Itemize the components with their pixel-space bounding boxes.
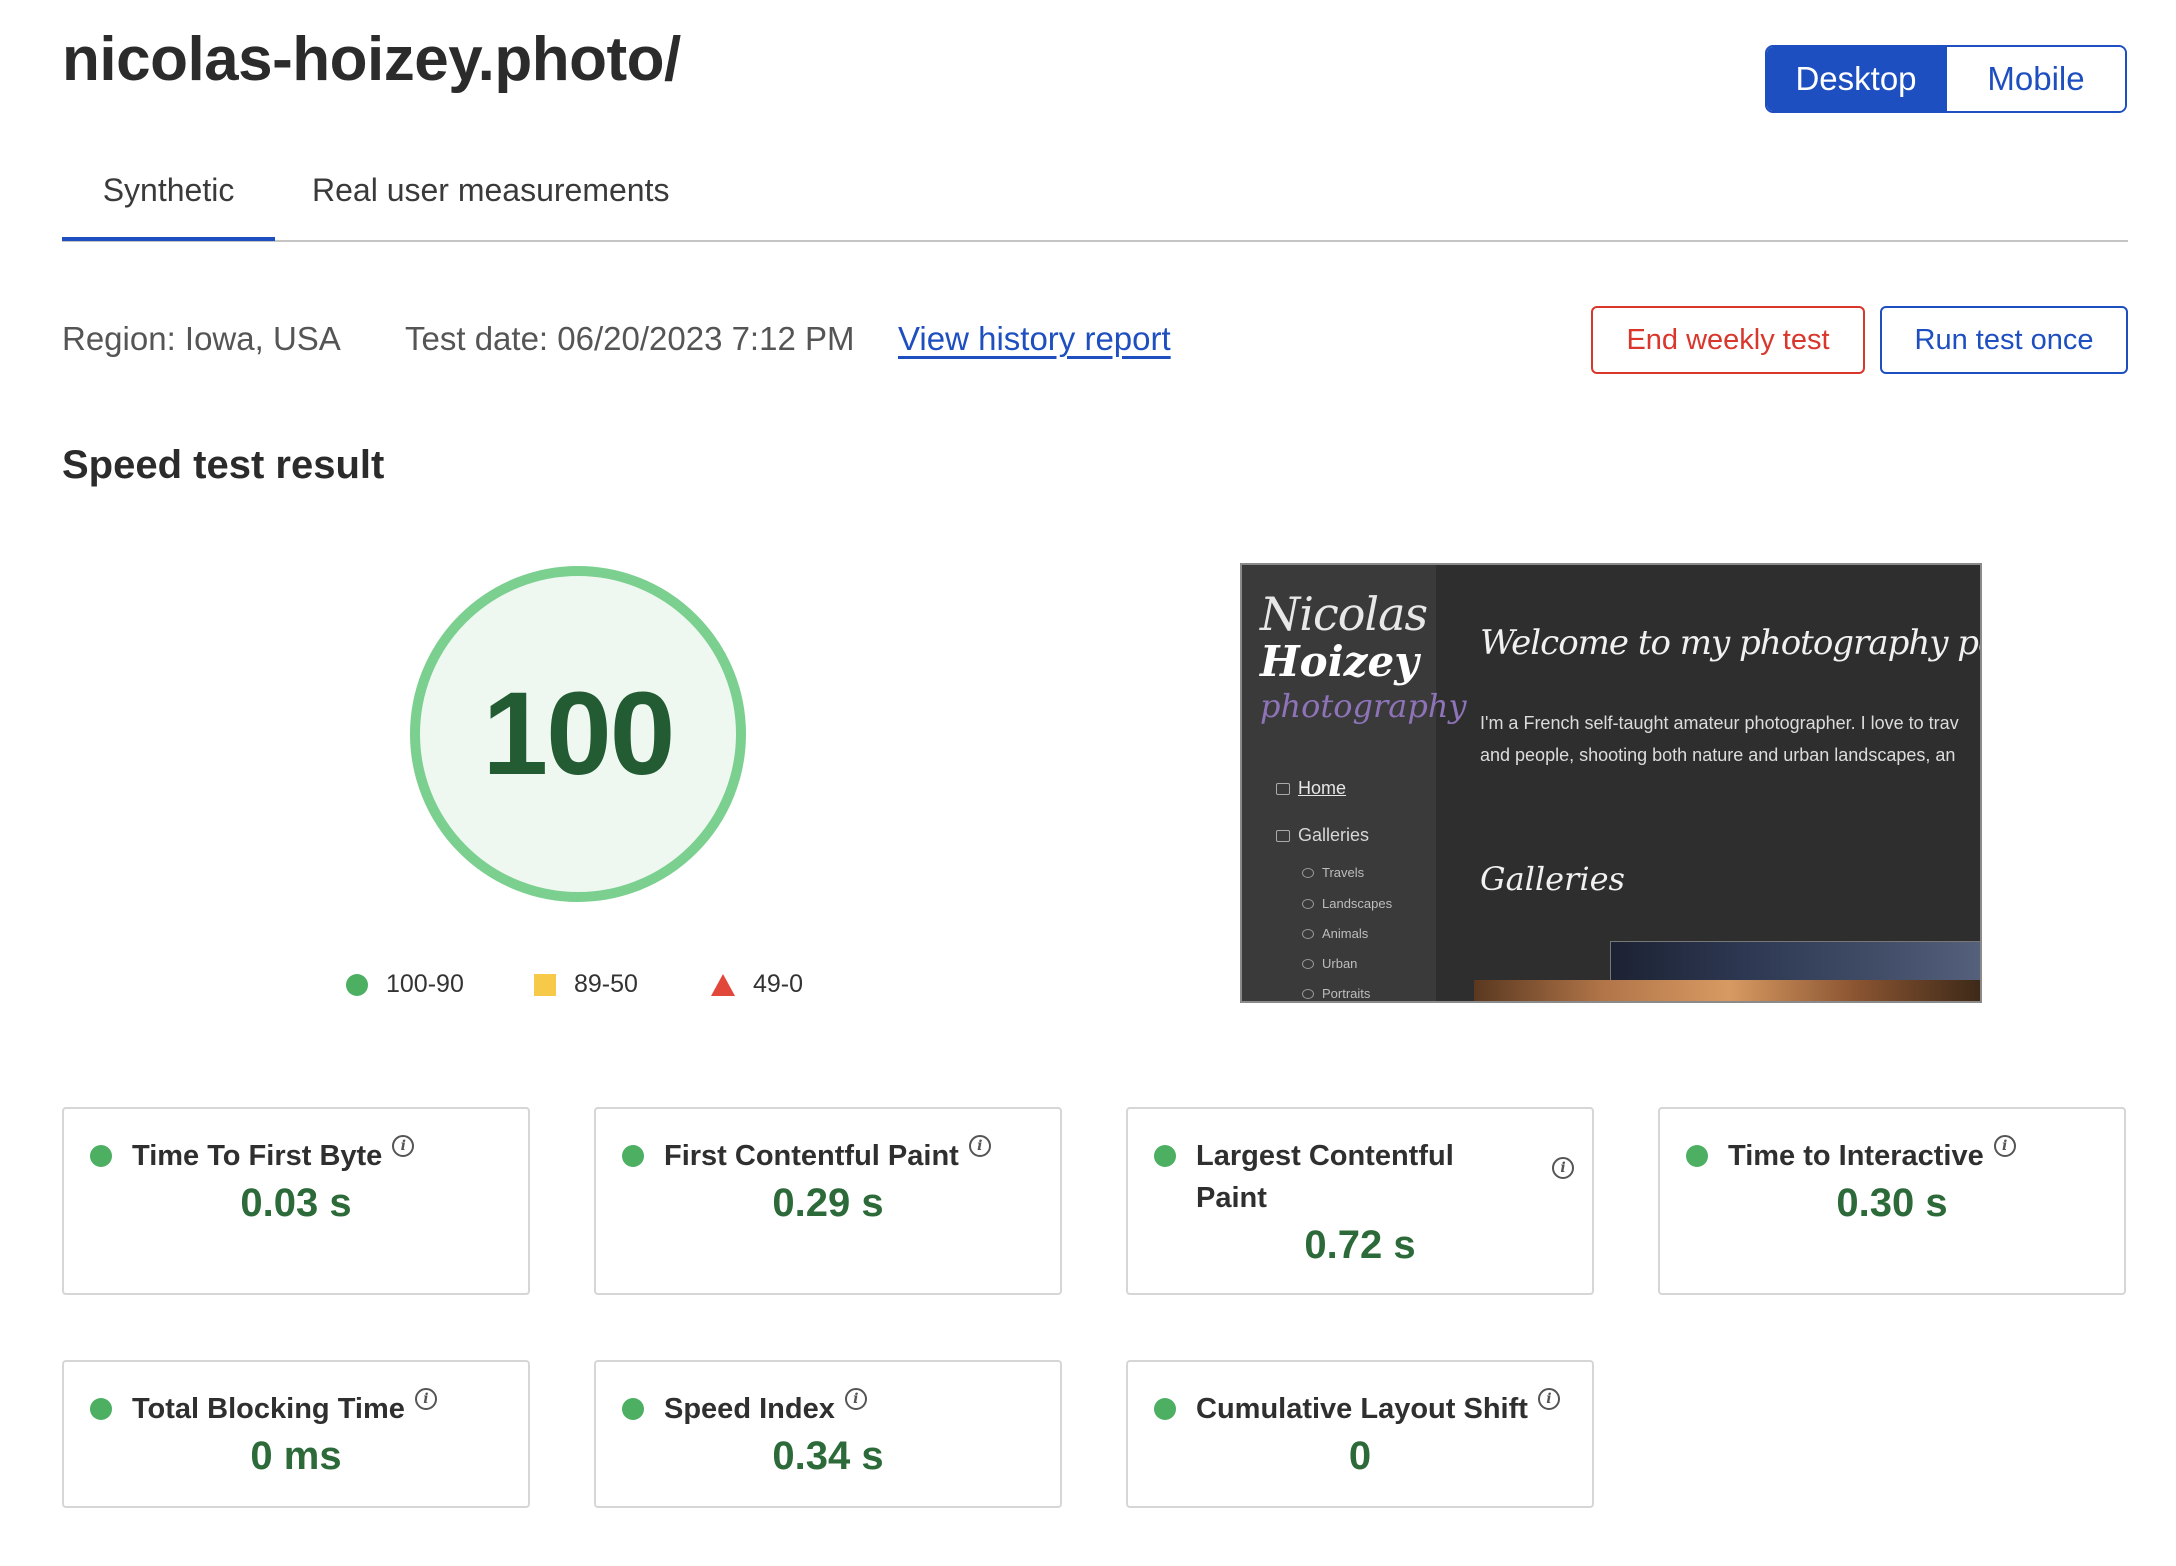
test-date-label: Test date: 06/20/2023 7:12 PM	[405, 320, 855, 357]
metric-card-ttfb: Time To First Byte i 0.03 s	[62, 1107, 530, 1295]
preview-nav-galleries: Galleries	[1276, 825, 1369, 846]
metric-card-fcp: First Contentful Paint i 0.29 s	[594, 1107, 1062, 1295]
status-good-icon	[90, 1145, 112, 1167]
metric-header: First Contentful Paint i	[622, 1135, 991, 1177]
metric-header: Time To First Byte i	[90, 1135, 415, 1177]
metric-label: Time To First Byte	[132, 1140, 383, 1172]
status-good-icon	[622, 1398, 644, 1420]
preview-welcome-heading: Welcome to my photography portfolio	[1480, 623, 1980, 663]
metric-value: 0.30 s	[1836, 1181, 1948, 1225]
active-tab-indicator	[62, 237, 275, 241]
building-icon	[1302, 958, 1314, 969]
metric-card-lcp: Largest Contentful Paint i 0.72 s	[1126, 1107, 1594, 1295]
metric-label: Cumulative Layout Shift	[1196, 1393, 1528, 1425]
preview-subnav-item: Animals	[1302, 926, 1368, 941]
paw-icon	[1302, 928, 1314, 939]
person-icon	[1302, 988, 1314, 999]
metric-value: 0.03 s	[240, 1181, 352, 1225]
mobile-toggle-button[interactable]: Mobile	[1945, 47, 2125, 111]
metric-label: Speed Index	[664, 1393, 835, 1425]
legend-label: 89-50	[574, 970, 638, 998]
legend-item-poor: 49-0	[711, 970, 803, 999]
info-icon[interactable]: i	[1993, 1135, 2016, 1157]
preview-subnav-item: Landscapes	[1302, 896, 1392, 911]
info-icon[interactable]: i	[1552, 1157, 1574, 1179]
status-good-icon	[90, 1398, 112, 1420]
info-icon[interactable]: i	[414, 1388, 437, 1410]
page-title: nicolas-hoizey.photo/	[62, 25, 681, 94]
legend-label: 100-90	[386, 970, 464, 998]
preview-logo-line3: photography	[1260, 687, 1467, 725]
metric-card-tbt: Total Blocking Time i 0 ms	[62, 1360, 530, 1508]
metric-label: Total Blocking Time	[132, 1393, 405, 1425]
end-weekly-test-button[interactable]: End weekly test	[1591, 306, 1865, 374]
metric-label: Time to Interactive	[1728, 1140, 1984, 1172]
yellow-square-icon	[534, 973, 556, 996]
info-icon[interactable]: i	[844, 1388, 867, 1410]
device-toggle: Desktop Mobile	[1765, 45, 2127, 113]
metric-label: First Contentful Paint	[664, 1140, 959, 1172]
preview-galleries-heading: Galleries	[1480, 860, 1625, 898]
image-icon	[1302, 898, 1314, 909]
metric-value: 0.72 s	[1304, 1223, 1416, 1267]
green-circle-icon	[346, 973, 368, 996]
metric-card-cls: Cumulative Layout Shift i 0	[1126, 1360, 1594, 1508]
metric-header: Time to Interactive i	[1686, 1135, 2016, 1177]
globe-icon	[1302, 867, 1314, 878]
preview-subnav-item: Travels	[1302, 865, 1364, 880]
metric-header: Largest Contentful Paint i	[1154, 1135, 1574, 1219]
preview-nav-home-label: Home	[1298, 778, 1347, 798]
view-history-report-link[interactable]: View history report	[898, 320, 1171, 358]
red-triangle-icon	[711, 973, 735, 996]
metric-value: 0	[1348, 1434, 1372, 1478]
tab-synthetic[interactable]: Synthetic	[62, 172, 275, 209]
preview-logo-line1: Nicolas	[1260, 587, 1428, 641]
metric-header: Speed Index i	[622, 1388, 867, 1430]
preview-intro-text: and people, shooting both nature and urb…	[1480, 745, 1956, 765]
preview-subnav-item: Urban	[1302, 956, 1357, 971]
folder-icon	[1276, 829, 1290, 842]
tab-real-user-measurements[interactable]: Real user measurements	[312, 172, 669, 209]
home-icon	[1276, 782, 1290, 795]
section-heading: Speed test result	[62, 443, 385, 487]
preview-nav-galleries-label: Galleries	[1298, 825, 1370, 845]
legend-item-average: 89-50	[534, 970, 638, 999]
info-icon[interactable]: i	[392, 1135, 415, 1157]
legend-label: 49-0	[753, 970, 804, 998]
status-good-icon	[1154, 1145, 1176, 1167]
preview-logo-line2: Hoizey	[1260, 637, 1419, 686]
metric-value: 0.29 s	[772, 1181, 884, 1225]
status-good-icon	[1154, 1398, 1176, 1420]
metric-card-tti: Time to Interactive i 0.30 s	[1658, 1107, 2126, 1295]
metric-label: Largest Contentful Paint	[1196, 1140, 1454, 1214]
metric-value: 0 ms	[250, 1434, 342, 1478]
region-label: Region: Iowa, USA	[62, 320, 341, 357]
tabs-divider	[62, 240, 2128, 242]
desktop-toggle-button[interactable]: Desktop	[1767, 47, 1945, 111]
preview-nav-home: Home	[1276, 778, 1346, 799]
legend-item-good: 100-90	[346, 970, 464, 999]
page-screenshot-preview: Nicolas Hoizey photography Home Gallerie…	[1240, 563, 1982, 1003]
status-good-icon	[1686, 1145, 1708, 1167]
metric-card-speed-index: Speed Index i 0.34 s	[594, 1360, 1062, 1508]
preview-subnav-item: Portraits	[1302, 986, 1370, 1001]
status-good-icon	[622, 1145, 644, 1167]
metric-header: Cumulative Layout Shift i	[1154, 1388, 1560, 1430]
score-gauge: 100	[410, 566, 746, 902]
metric-header: Total Blocking Time i	[90, 1388, 437, 1430]
metric-value: 0.34 s	[772, 1434, 884, 1478]
preview-intro-text: I'm a French self-taught amateur photogr…	[1480, 713, 1959, 733]
score-value: 100	[482, 668, 676, 800]
info-icon[interactable]: i	[1537, 1388, 1560, 1410]
info-icon[interactable]: i	[968, 1135, 991, 1157]
preview-gallery-image	[1474, 980, 1980, 1001]
run-test-once-button[interactable]: Run test once	[1880, 306, 2128, 374]
